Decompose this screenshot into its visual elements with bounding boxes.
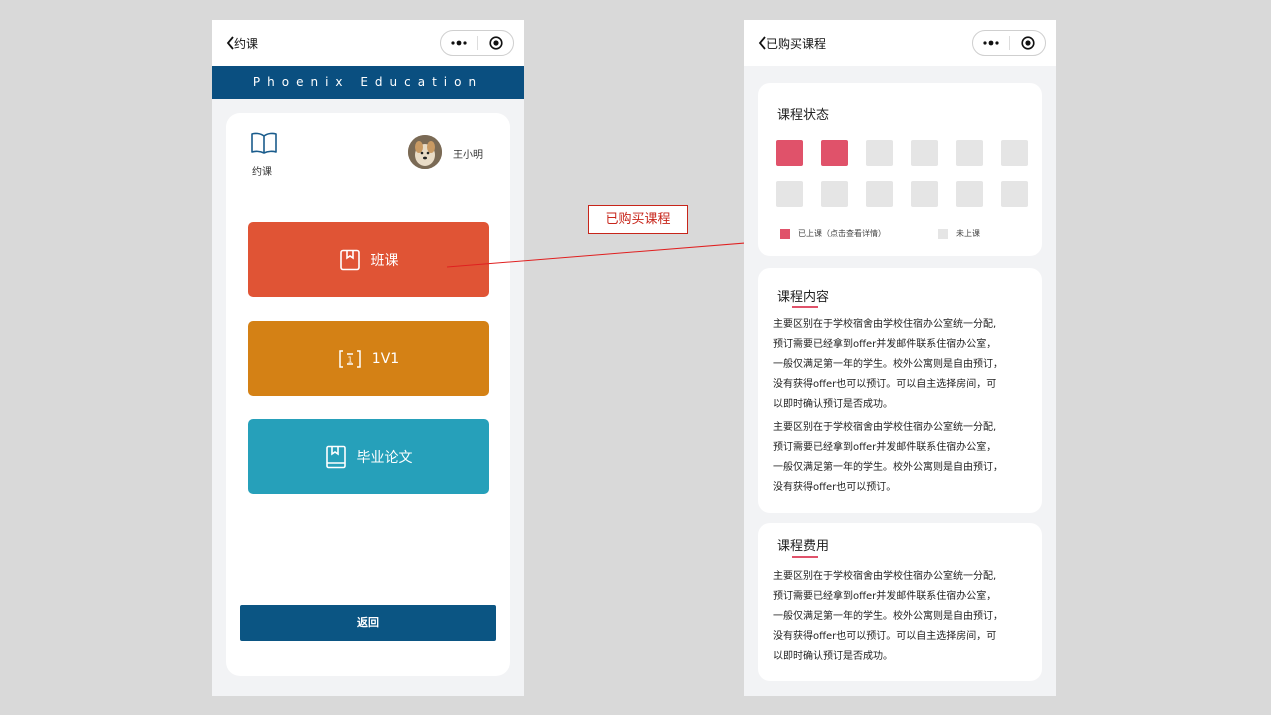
- class-course-button[interactable]: 班课: [248, 222, 489, 297]
- text-line: 主要区别在于学校宿舍由学校住宿办公室统一分配,: [773, 571, 997, 582]
- brand-banner: Phoenix Education: [212, 66, 524, 99]
- lesson-pending-square: [911, 181, 938, 207]
- lesson-pending-square: [956, 181, 983, 207]
- close-target-icon[interactable]: [1010, 36, 1045, 50]
- lesson-pending-square: [1001, 140, 1028, 166]
- content-title: 课程内容: [777, 290, 830, 305]
- text-line: 预订需要已经拿到offer并发邮件联系住宿办公室，: [773, 339, 997, 350]
- user-name: 王小明: [453, 150, 483, 161]
- close-target-icon[interactable]: [478, 36, 513, 50]
- more-dots-icon[interactable]: [973, 40, 1009, 46]
- content-paragraph-1: 主要区别在于学校宿舍由学校住宿办公室统一分配, 预订需要已经拿到offer并发邮…: [773, 315, 1035, 415]
- mini-program-capsule: [972, 30, 1046, 56]
- text-line: 以即时确认预订是否成功。: [773, 399, 893, 410]
- thesis-label: 毕业论文: [356, 449, 413, 466]
- bookmark-icon: [339, 249, 361, 271]
- legend-pending: 未上课: [938, 228, 980, 239]
- purchased-courses-screen: 已购买课程 课程状态 已上课（点击查看详情） 未上课 课程内容 主要区别在于学校…: [744, 20, 1056, 696]
- text-line: 以即时确认预订是否成功。: [773, 651, 893, 662]
- one-on-one-button[interactable]: 1 1V1: [248, 321, 489, 396]
- return-button[interactable]: 返回: [240, 605, 496, 641]
- text-line: 没有获得offer也可以预订。可以自主选择房间，可: [773, 379, 997, 390]
- lesson-pending-square: [776, 181, 803, 207]
- one-on-one-icon: 1: [338, 349, 362, 369]
- legend-attended-label: 已上课（点击查看详情）: [798, 229, 886, 238]
- nav-bar: 约课: [212, 20, 524, 66]
- lesson-attended-square[interactable]: [821, 140, 848, 166]
- flow-annotation: 已购买课程: [588, 205, 688, 234]
- legend-pending-label: 未上课: [956, 229, 980, 238]
- booking-screen: 约课 Phoenix Education 约课 王小明 班课 1 1V1 毕业论…: [212, 20, 524, 696]
- fee-paragraph: 主要区别在于学校宿舍由学校住宿办公室统一分配, 预订需要已经拿到offer并发邮…: [773, 567, 1035, 667]
- fee-title-underline: [792, 556, 818, 558]
- text-line: 预订需要已经拿到offer并发邮件联系住宿办公室，: [773, 591, 997, 602]
- class-course-label: 班课: [370, 252, 399, 269]
- course-content-card: 课程内容 主要区别在于学校宿舍由学校住宿办公室统一分配, 预订需要已经拿到off…: [758, 268, 1042, 513]
- more-dots-icon[interactable]: [441, 40, 477, 46]
- flow-arrow: [446, 235, 772, 268]
- lesson-attended-square[interactable]: [776, 140, 803, 166]
- pending-swatch: [938, 228, 948, 239]
- lesson-pending-square: [911, 140, 938, 166]
- lesson-pending-square: [866, 181, 893, 207]
- lesson-pending-square: [1001, 181, 1028, 207]
- main-card: 约课 王小明 班课 1 1V1 毕业论文 返回: [226, 113, 510, 676]
- text-line: 一般仅满足第一年的学生。校外公寓则是自由预订，: [773, 462, 1003, 473]
- nav-title: 已购买课程: [766, 37, 827, 51]
- text-line: 主要区别在于学校宿舍由学校住宿办公室统一分配,: [773, 319, 997, 330]
- thesis-button[interactable]: 毕业论文: [248, 419, 489, 494]
- text-line: 预订需要已经拿到offer并发邮件联系住宿办公室，: [773, 442, 997, 453]
- svg-text:1: 1: [347, 355, 352, 364]
- text-line: 一般仅满足第一年的学生。校外公寓则是自由预订，: [773, 611, 1003, 622]
- fee-title: 课程费用: [777, 539, 830, 554]
- text-line: 一般仅满足第一年的学生。校外公寓则是自由预订，: [773, 359, 1003, 370]
- mini-program-capsule: [440, 30, 514, 56]
- avatar[interactable]: [408, 135, 442, 169]
- legend-attended: 已上课（点击查看详情）: [780, 228, 886, 239]
- nav-bar: 已购买课程: [744, 20, 1056, 66]
- lesson-pending-square: [956, 140, 983, 166]
- lesson-pending-square: [866, 140, 893, 166]
- status-title: 课程状态: [777, 108, 830, 123]
- course-status-card: 课程状态 已上课（点击查看详情） 未上课: [758, 83, 1042, 256]
- text-line: 没有获得offer也可以预订。可以自主选择房间，可: [773, 631, 997, 642]
- book-icon: [325, 445, 347, 469]
- text-line: 主要区别在于学校宿舍由学校住宿办公室统一分配,: [773, 422, 997, 433]
- content-title-underline: [792, 306, 818, 308]
- book-label: 约课: [252, 167, 272, 178]
- course-fee-card: 课程费用 主要区别在于学校宿舍由学校住宿办公室统一分配, 预订需要已经拿到off…: [758, 523, 1042, 681]
- book-open-icon[interactable]: [248, 131, 280, 159]
- lesson-pending-square: [821, 181, 848, 207]
- text-line: 没有获得offer也可以预订。: [773, 482, 897, 493]
- nav-title: 约课: [234, 37, 259, 51]
- content-paragraph-2: 主要区别在于学校宿舍由学校住宿办公室统一分配, 预订需要已经拿到offer并发邮…: [773, 418, 1035, 498]
- attended-swatch: [780, 228, 790, 239]
- one-on-one-label: 1V1: [371, 350, 400, 367]
